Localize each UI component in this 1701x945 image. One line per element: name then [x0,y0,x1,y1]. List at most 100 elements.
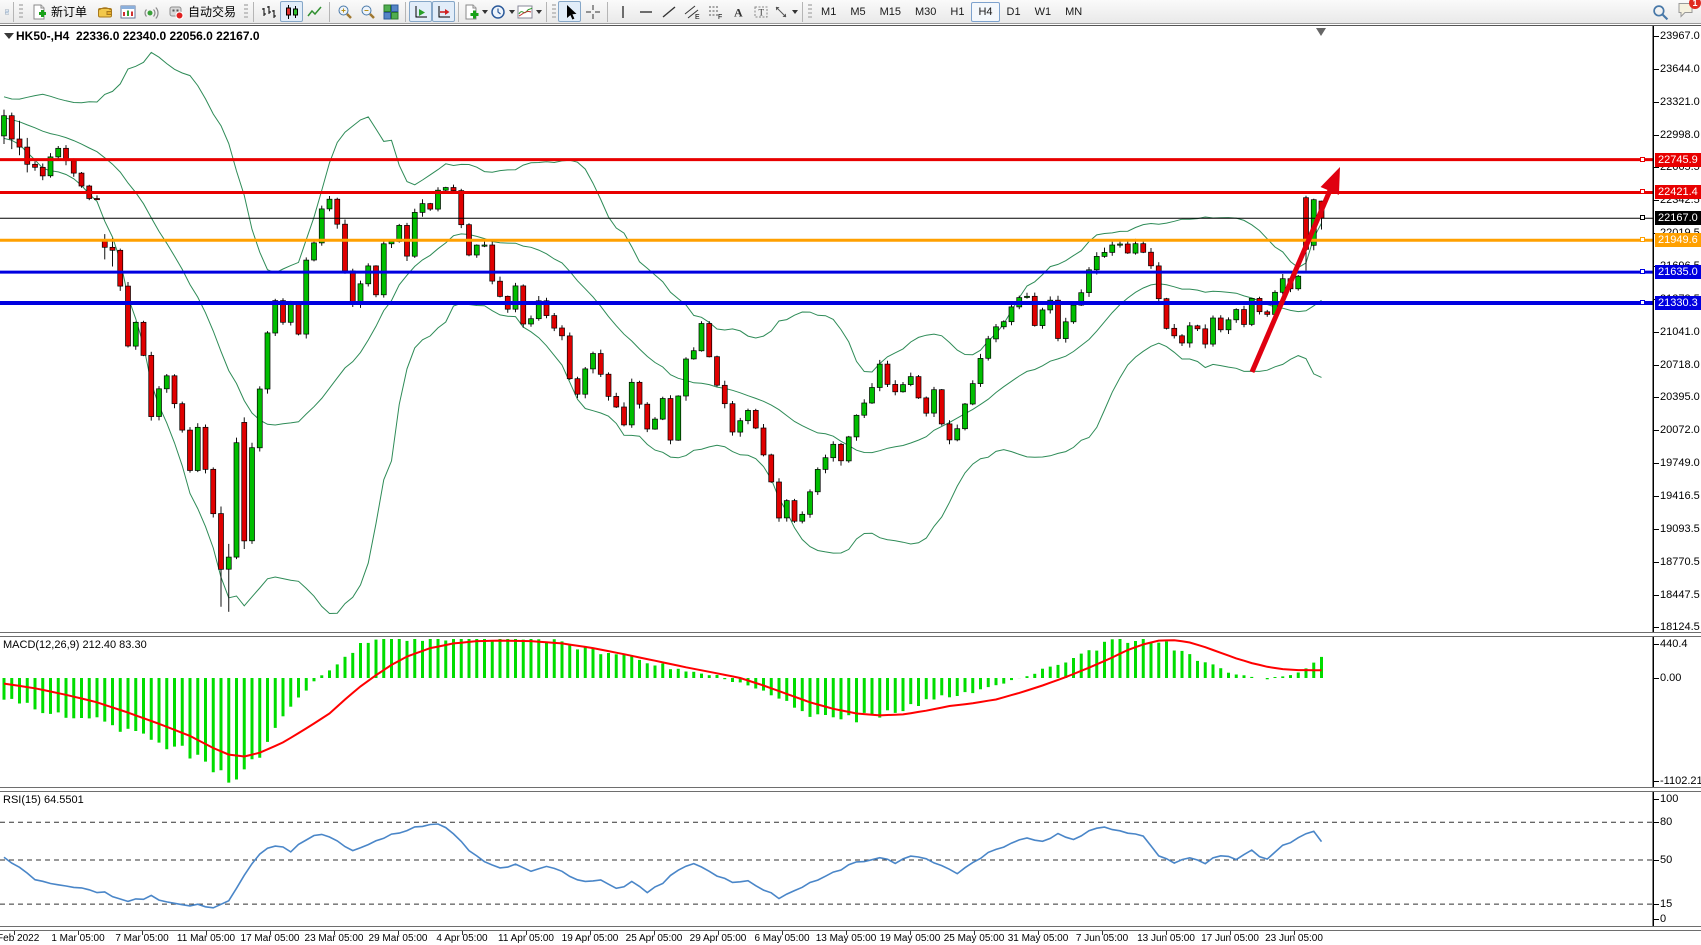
bollinger-upper [4,52,1322,372]
timeframe-button-m1[interactable]: M1 [814,2,843,22]
rsi-axis-tick [1654,799,1659,800]
toolbar-separator [802,2,803,22]
macd-signal-line [4,640,1322,756]
chart-ohlc-values: 22336.0 22340.0 22056.0 22167.0 [76,29,260,43]
signal-button[interactable] [139,1,162,22]
fibonacci-tool[interactable]: F [703,1,726,22]
price-badge-22421.4: 22421.4 [1655,185,1701,199]
hline-handle-22167.0[interactable] [1640,215,1645,220]
text-tool[interactable]: A [726,1,749,22]
timeframe-button-m30[interactable]: M30 [908,2,943,22]
clock-icon [490,4,506,20]
hline-handle-21635.0[interactable] [1640,269,1645,274]
tile-windows-icon [383,4,399,20]
candlestick-chart-icon [284,4,300,20]
macd-histogram [4,639,1322,783]
trendline-tool[interactable] [657,1,680,22]
pane-divider[interactable] [0,787,1701,792]
hline-handle-22745.9[interactable] [1640,157,1645,162]
periods-dropdown[interactable] [489,1,516,22]
zoom-in-button[interactable] [333,1,356,22]
price-badge-21330.3: 21330.3 [1655,296,1701,310]
line-chart-button[interactable] [303,1,326,22]
chart-window-button[interactable] [116,1,139,22]
pane-divider[interactable] [0,632,1701,637]
vertical-line-tool[interactable] [611,1,634,22]
bar-chart-button[interactable] [257,1,280,22]
timeframe-button-h1[interactable]: H1 [943,2,971,22]
rsi-axis-label: 0 [1660,913,1666,925]
hline-handle-22421.4[interactable] [1640,189,1645,194]
crosshair-tool-button[interactable] [581,1,604,22]
tile-windows-button[interactable] [379,1,402,22]
rsi-axis-label: 80 [1660,816,1672,828]
macd-axis-label: -1102.21 [1660,775,1701,787]
timeframe-button-m15[interactable]: M15 [873,2,908,22]
price-badge-22167.0: 22167.0 [1655,211,1701,225]
toolbar-separator [253,2,254,22]
rsi-axis-label: 15 [1660,898,1672,910]
chevron-down-icon [792,10,798,14]
price-axis-tick [1654,102,1659,103]
trend-arrow-head[interactable] [1321,163,1350,195]
price-axis-tick [1654,496,1659,497]
price-axis-tick [1654,430,1659,431]
timeframe-button-h4[interactable]: H4 [971,2,999,22]
time-axis-label: 23 Jun 05:00 [1254,933,1334,944]
arrows-dropdown[interactable] [772,1,799,22]
horizontal-line-icon [638,4,654,20]
macd-pane-canvas[interactable] [0,637,1701,787]
toolbar-grip [552,4,556,20]
chevron-down-icon [536,10,542,14]
search-icon[interactable] [1652,4,1669,21]
horizontal-line-tool[interactable] [634,1,657,22]
one-click-trading-arrow[interactable] [4,33,14,39]
hline-handle-21330.3[interactable] [1640,300,1645,305]
timeframe-button-m5[interactable]: M5 [843,2,872,22]
candlestick-chart-button[interactable] [280,1,303,22]
chevron-down-icon [482,10,488,14]
zoom-out-button[interactable] [356,1,379,22]
wallet-button[interactable] [93,1,116,22]
rsi-axis-tick [1654,904,1659,905]
chat-button[interactable]: 1 [1677,1,1695,23]
rsi-axis-tick [1654,919,1659,920]
cut-toolbar-icon [2,1,10,22]
price-axis-tick [1654,167,1659,168]
candles-layer [2,110,1325,612]
svg-text:T: T [758,7,764,17]
toolbar-grip [244,4,248,20]
trendline-icon [661,4,677,20]
auto-scroll-icon [413,4,429,20]
cursor-tool-button[interactable] [558,1,581,22]
main-chart-canvas[interactable] [0,26,1701,632]
rsi-pane-canvas[interactable] [0,792,1701,926]
bollinger-lower [4,138,1322,613]
timeframe-button-w1[interactable]: W1 [1028,2,1059,22]
timeframe-button-mn[interactable]: MN [1058,2,1089,22]
new-chart-dropdown[interactable] [462,1,489,22]
trend-arrow-line[interactable] [1252,181,1334,372]
text-label-icon: T [753,4,769,20]
toolbar-separator [13,2,14,22]
macd-axis-label: 0.00 [1660,672,1681,684]
equidistant-channel-tool[interactable]: E [680,1,703,22]
chart-shift-marker[interactable] [1316,28,1326,36]
auto-scroll-button[interactable] [409,1,432,22]
macd-axis-tick [1654,678,1659,679]
indicators-dropdown[interactable] [516,1,543,22]
hline-handle-21949.6[interactable] [1640,237,1645,242]
new-order-button[interactable]: 新订单 [25,1,93,22]
price-axis-tick-label: 21041.0 [1660,326,1700,338]
text-label-tool[interactable]: T [749,1,772,22]
chart-shift-button[interactable] [432,1,455,22]
rsi-axis-tick [1654,822,1659,823]
price-axis-tick [1654,332,1659,333]
timeframe-button-d1[interactable]: D1 [1000,2,1028,22]
autotrading-button[interactable]: 自动交易 [162,1,242,22]
price-axis-tick-label: 23967.0 [1660,30,1700,42]
toolbar-separator [405,2,406,22]
chat-unread-badge: 1 [1689,0,1701,9]
price-axis-tick [1654,627,1659,628]
horizontal-lines-layer [0,160,1653,303]
